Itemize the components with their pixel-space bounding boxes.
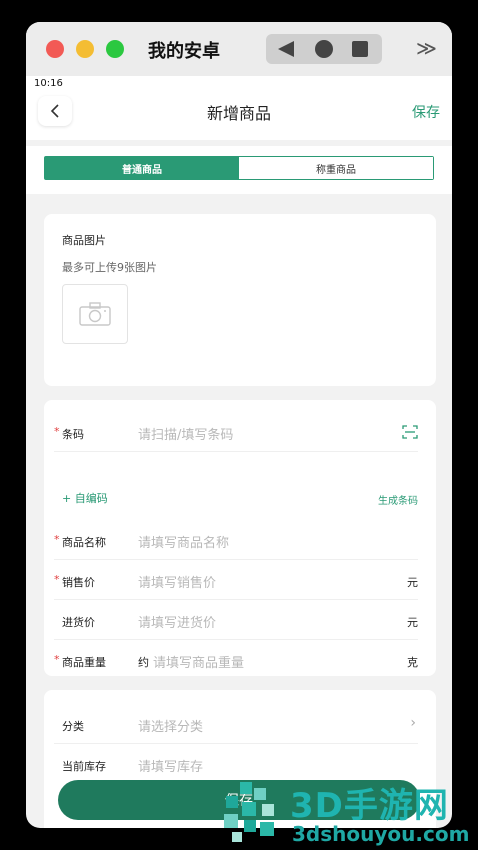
barcode-row: * 条码 请扫描/填写条码	[54, 412, 418, 452]
generate-barcode-button[interactable]: 生成条码	[378, 492, 418, 507]
required-mark: *	[54, 533, 60, 546]
required-mark: *	[54, 573, 60, 586]
camera-icon	[79, 302, 111, 326]
sale-price-row: * 销售价 请填写销售价 元	[54, 560, 418, 600]
tab-normal-product[interactable]: 普通商品	[45, 157, 239, 179]
watermark-logo	[224, 782, 274, 842]
product-type-tabs: 普通商品 称重商品	[44, 156, 434, 180]
image-upload-button[interactable]	[62, 284, 128, 344]
close-window-button[interactable]	[46, 40, 64, 58]
name-row: * 商品名称 请填写商品名称	[54, 520, 418, 560]
product-info-card: * 条码 请扫描/填写条码 + 自编码 生成条码 * 商品名称 请填写商品名称 …	[44, 400, 436, 676]
images-label: 商品图片	[62, 234, 106, 247]
watermark-brand: 3D手游网	[290, 786, 449, 826]
weight-input[interactable]: 请填写商品重量	[153, 652, 244, 671]
chevron-right-icon: ›	[410, 715, 416, 731]
cost-price-input[interactable]: 请填写进货价	[138, 612, 216, 631]
sale-price-input[interactable]: 请填写销售价	[138, 572, 216, 591]
page-title: 新增商品	[206, 104, 271, 123]
nav-home-icon[interactable]	[315, 40, 333, 58]
emulator-window: 我的安卓 ≫ 10:16 新增商品 保存 普通商品 称重商品 商品图片 最多可上…	[26, 22, 452, 828]
images-card: 商品图片 最多可上传9张图片	[44, 214, 436, 386]
cost-price-unit: 元	[407, 616, 418, 629]
minimize-window-button[interactable]	[76, 40, 94, 58]
required-mark: *	[54, 653, 60, 666]
barcode-input[interactable]: 请扫描/填写条码	[138, 424, 233, 443]
stock-input[interactable]: 请填写库存	[138, 756, 203, 775]
site-watermark: 3D手游网 3dshouyou.com	[218, 776, 478, 850]
cost-price-label: 进货价	[62, 616, 95, 629]
weight-label: 商品重量	[62, 656, 106, 669]
scan-icon[interactable]	[402, 424, 418, 443]
weight-unit: 克	[407, 656, 418, 669]
auto-code-button[interactable]: + 自编码	[62, 490, 108, 506]
window-titlebar: 我的安卓 ≫	[26, 22, 452, 76]
android-nav-controls	[266, 34, 382, 64]
images-hint: 最多可上传9张图片	[62, 261, 157, 274]
weight-row: * 商品重量 约 请填写商品重量 克	[54, 640, 418, 680]
weight-prefix: 约	[138, 656, 149, 669]
name-input[interactable]: 请填写商品名称	[138, 532, 229, 551]
window-title: 我的安卓	[148, 41, 220, 62]
category-label: 分类	[62, 720, 84, 733]
required-mark: *	[54, 425, 60, 438]
page-header: 新增商品 保存	[26, 94, 452, 140]
maximize-window-button[interactable]	[106, 40, 124, 58]
sale-price-unit: 元	[407, 576, 418, 589]
stock-label: 当前库存	[62, 760, 106, 773]
product-type-tabs-section: 普通商品 称重商品	[26, 146, 452, 194]
sale-price-label: 销售价	[62, 576, 95, 589]
nav-recents-icon[interactable]	[352, 41, 368, 57]
tab-weighed-product[interactable]: 称重商品	[239, 157, 433, 179]
cost-price-row: 进货价 请填写进货价 元	[54, 600, 418, 640]
status-time: 10:16	[34, 78, 63, 89]
watermark-url: 3dshouyou.com	[292, 822, 470, 846]
barcode-label: 条码	[62, 428, 84, 441]
category-select[interactable]: 请选择分类	[138, 716, 203, 735]
save-link[interactable]: 保存	[412, 102, 440, 122]
nav-back-icon[interactable]	[278, 41, 294, 57]
name-label: 商品名称	[62, 536, 106, 549]
status-bar: 10:16	[26, 76, 452, 94]
category-row[interactable]: 分类 请选择分类 ›	[54, 704, 418, 744]
expand-icon[interactable]: ≫	[416, 36, 437, 60]
